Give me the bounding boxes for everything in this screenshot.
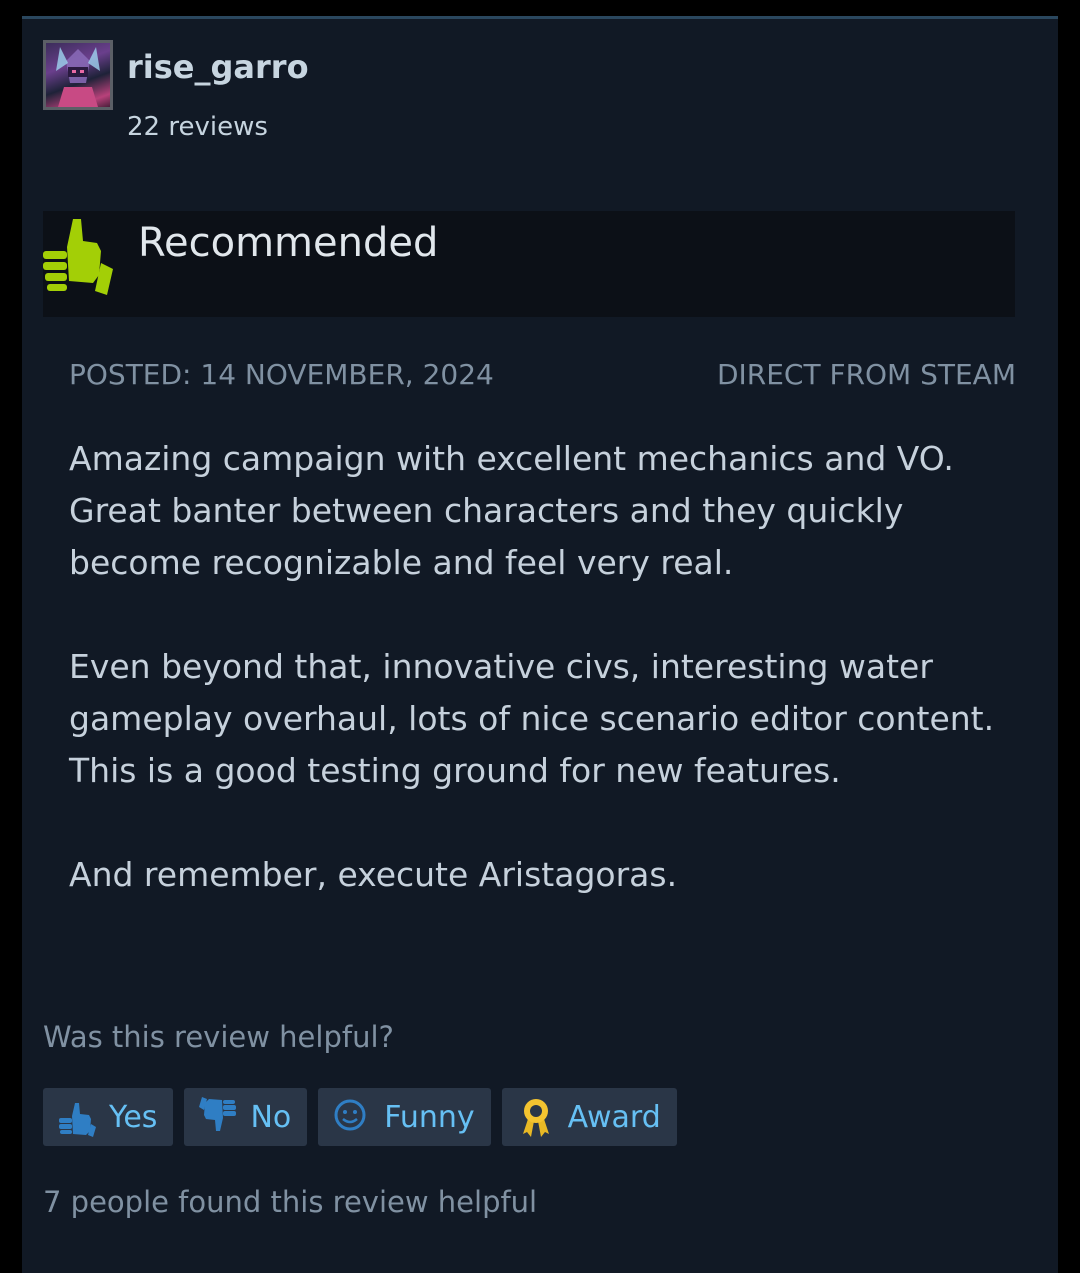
- thumbs-down-icon: [198, 1097, 238, 1137]
- vote-no-label: No: [250, 1099, 292, 1135]
- helpful-count: 7 people found this review helpful: [43, 1185, 538, 1219]
- vote-no-button[interactable]: No: [184, 1088, 308, 1146]
- review-paragraph: Amazing campaign with excellent mechanic…: [69, 439, 954, 582]
- posted-date: POSTED: 14 NOVEMBER, 2024: [69, 358, 494, 391]
- helpful-question: Was this review helpful?: [43, 1020, 394, 1054]
- smiley-icon: [332, 1097, 372, 1137]
- review-source: DIRECT FROM STEAM: [716, 358, 1016, 391]
- vote-yes-label: Yes: [109, 1099, 158, 1135]
- vote-yes-button[interactable]: Yes: [43, 1088, 174, 1146]
- review-text: Amazing campaign with excellent mechanic…: [69, 433, 1019, 953]
- award-label: Award: [567, 1099, 661, 1135]
- thumbs-up-icon: [43, 217, 115, 295]
- verdict-label: Recommended: [138, 220, 439, 266]
- reviewer-avatar[interactable]: [43, 40, 113, 110]
- vote-funny-label: Funny: [384, 1099, 475, 1135]
- review-card: rise_garro 22 reviews Recommended POSTED…: [22, 16, 1058, 1273]
- review-paragraph: Even beyond that, innovative civs, inter…: [69, 647, 995, 790]
- thumbs-up-icon: [57, 1097, 97, 1137]
- award-button[interactable]: Award: [501, 1088, 677, 1146]
- vote-funny-button[interactable]: Funny: [318, 1088, 491, 1146]
- reviewer-review-count[interactable]: 22 reviews: [127, 107, 268, 147]
- reviewer-name[interactable]: rise_garro: [127, 45, 309, 89]
- review-paragraph: And remember, execute Aristagoras.: [69, 855, 678, 894]
- verdict-banner[interactable]: Recommended: [43, 211, 1015, 317]
- award-ribbon-icon: [516, 1097, 556, 1137]
- vote-controls: Yes No Funny Award: [43, 1088, 677, 1146]
